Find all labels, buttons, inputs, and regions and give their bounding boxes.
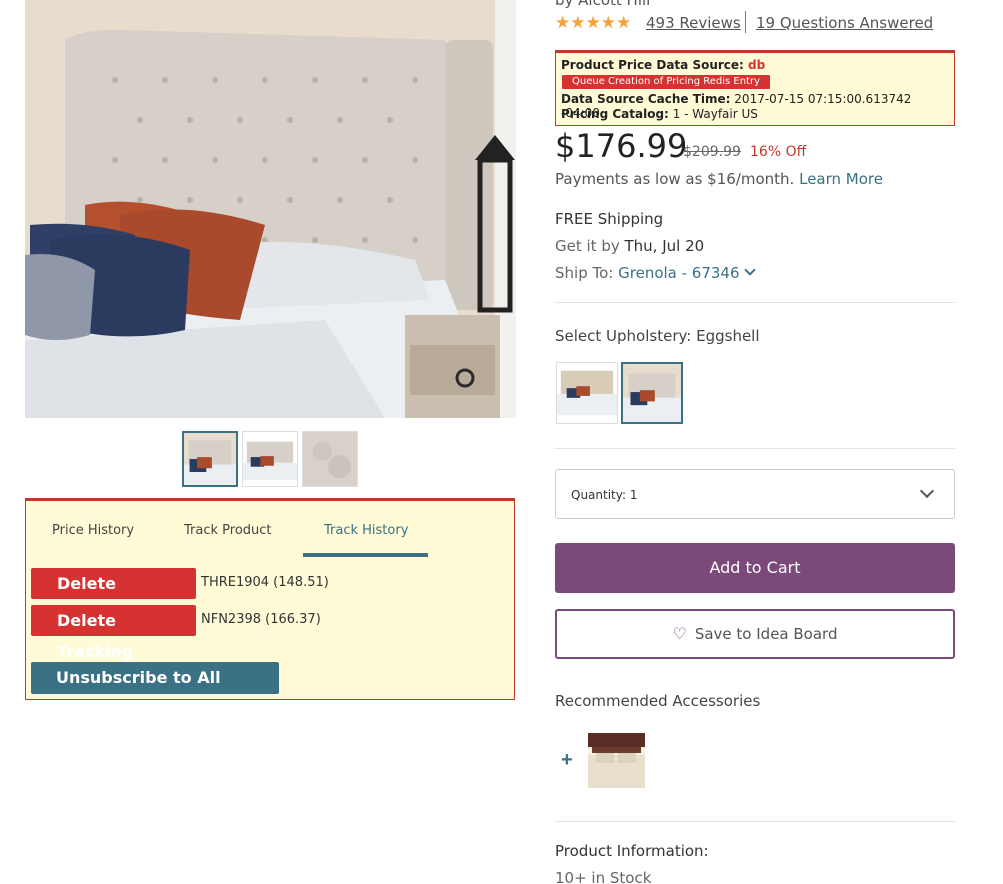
save-to-idea-board-button[interactable]: ♡ Save to Idea Board xyxy=(555,609,955,659)
thumbnail-3[interactable] xyxy=(302,431,358,487)
chevron-down-icon[interactable] xyxy=(743,264,756,276)
divider xyxy=(555,302,955,303)
reviews-link[interactable]: 493 Reviews xyxy=(646,14,741,32)
original-price: $209.99 xyxy=(683,144,741,160)
delivery-estimate: Get it by Thu, Jul 20 xyxy=(555,237,705,255)
delete-tracking-button[interactable]: Delete Tracking xyxy=(31,605,196,661)
plus-icon[interactable]: + xyxy=(561,749,573,772)
thumbnail-2[interactable] xyxy=(242,431,298,487)
add-to-cart-button[interactable]: Add to Cart xyxy=(555,543,955,593)
product-information-title: Product Information: xyxy=(555,842,709,860)
main-product-image[interactable] xyxy=(25,0,516,418)
divider xyxy=(555,821,955,822)
pricing-catalog: Pricing Catalog: 1 - Wayfair US xyxy=(561,107,758,121)
ship-to: Ship To: Grenola - 67346 xyxy=(555,264,756,282)
ship-to-location-link[interactable]: Grenola - 67346 xyxy=(618,264,739,282)
brand-link[interactable]: by Alcott Hill xyxy=(555,0,650,9)
upholstery-swatch-selected[interactable] xyxy=(621,362,683,424)
tracking-code: NFN2398 (166.37) xyxy=(201,612,321,627)
questions-link[interactable]: 19 Questions Answered xyxy=(756,14,933,32)
chevron-down-icon xyxy=(919,483,935,499)
discount-badge: 16% Off xyxy=(750,144,807,160)
unsubscribe-all-button[interactable]: Unsubscribe to All Tracking xyxy=(31,662,279,719)
upholstery-label: Select Upholstery: Eggshell xyxy=(555,327,760,345)
pricing-debug-box: Product Price Data Source: db Queue Crea… xyxy=(555,50,955,126)
tracking-panel: Price History Track Product Track Histor… xyxy=(25,498,515,719)
recommended-accessories-title: Recommended Accessories xyxy=(555,692,761,710)
divider xyxy=(555,448,955,449)
stock-status: 10+ in Stock xyxy=(555,869,652,884)
tracking-tabs: Price History Track Product Track Histor… xyxy=(26,501,514,559)
tab-track-history[interactable]: Track History xyxy=(324,523,408,538)
delete-tracking-button[interactable]: Delete Tracking xyxy=(31,568,196,624)
current-price: $176.99 xyxy=(555,127,688,165)
queue-redis-entry-button[interactable]: Queue Creation of Pricing Redis Entry xyxy=(562,75,770,89)
free-shipping: FREE Shipping xyxy=(555,210,664,228)
payment-plan: Payments as low as $16/month. Learn More xyxy=(555,170,883,188)
recommended-accessory-image[interactable] xyxy=(588,733,645,788)
upholstery-swatch[interactable] xyxy=(556,362,618,424)
price-data-source: Product Price Data Source: db xyxy=(561,58,766,72)
rating-divider xyxy=(745,11,746,33)
learn-more-link[interactable]: Learn More xyxy=(799,170,883,188)
heart-icon: ♡ xyxy=(672,624,687,643)
rating-stars: ★★★★★ xyxy=(555,13,632,32)
thumbnail-strip xyxy=(182,431,358,487)
active-tab-indicator xyxy=(303,553,428,557)
tab-track-product[interactable]: Track Product xyxy=(184,523,272,538)
quantity-select[interactable]: Quantity: 1 xyxy=(555,469,955,519)
thumbnail-1[interactable] xyxy=(182,431,238,487)
tracking-code: THRE1904 (148.51) xyxy=(201,575,329,590)
tab-price-history[interactable]: Price History xyxy=(52,523,134,538)
